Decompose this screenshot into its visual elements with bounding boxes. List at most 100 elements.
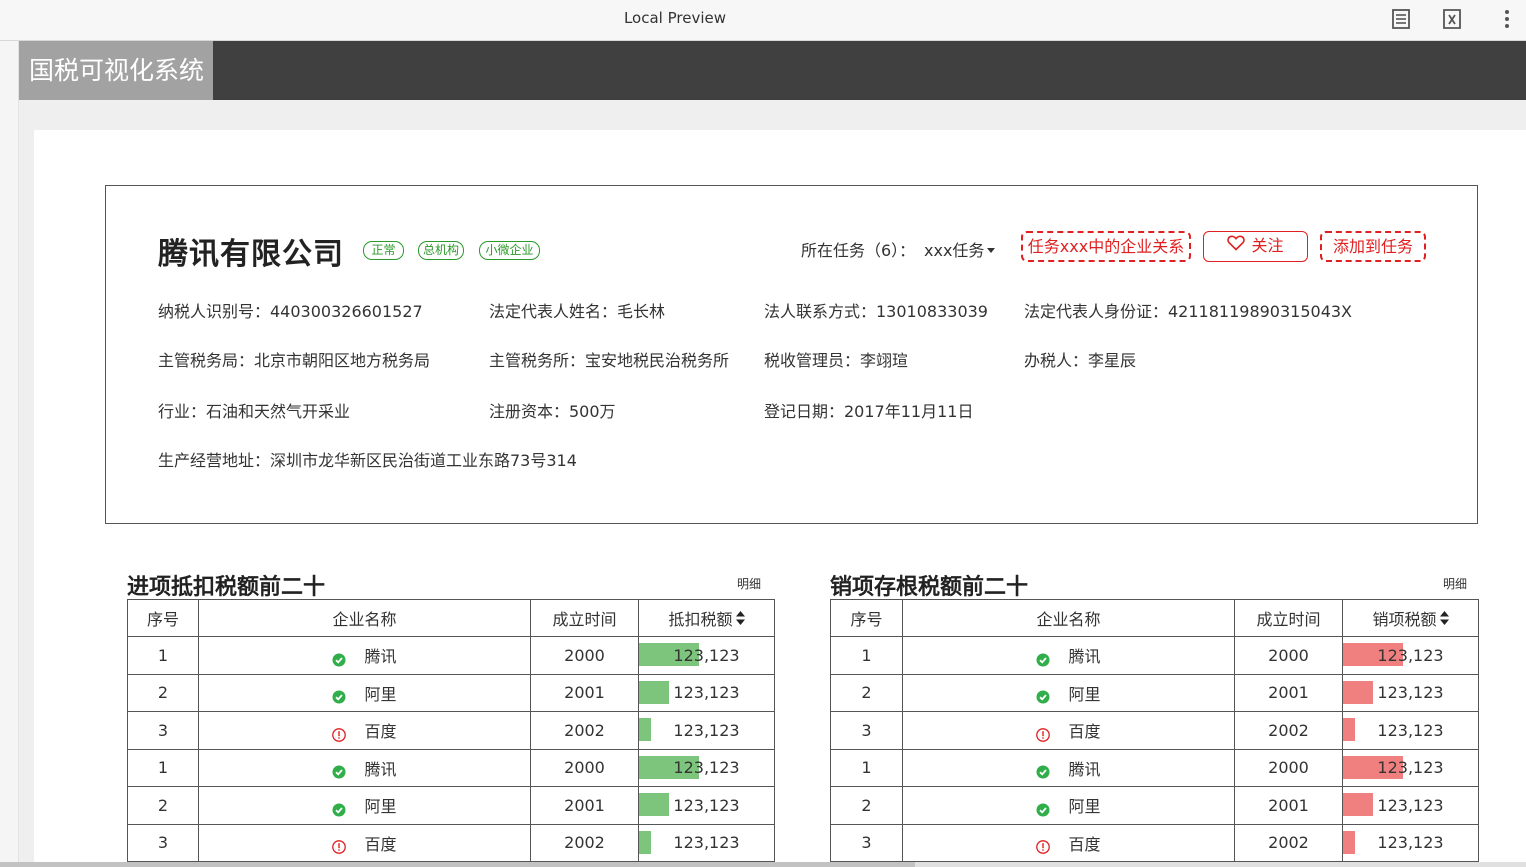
follow-button-label: 关注 bbox=[1251, 236, 1284, 255]
table-row[interactable]: 3 百度 2002 123,123 bbox=[830, 823, 1479, 862]
table-row[interactable]: 3 百度 2002 123,123 bbox=[127, 711, 775, 750]
tax-office: 主管税务所：宝安地税民治税务所 bbox=[489, 351, 730, 370]
amount-bar bbox=[639, 718, 651, 741]
row-index: 3 bbox=[830, 711, 903, 750]
status-badge-small-enterprise: 小微企业 bbox=[479, 241, 540, 260]
check-circle-icon bbox=[1036, 652, 1050, 667]
header-company: 企业名称 bbox=[902, 599, 1235, 637]
row-amount: 123,123 bbox=[1342, 636, 1479, 675]
add-to-task-button[interactable]: 添加到任务 bbox=[1320, 231, 1426, 262]
preview-toolbar: Local Preview bbox=[0, 0, 1526, 41]
check-circle-icon bbox=[1036, 802, 1050, 817]
company-name-text: 百度 bbox=[1068, 722, 1101, 742]
table-row[interactable]: 2 阿里 2001 123,123 bbox=[127, 786, 775, 825]
row-company[interactable]: 腾讯 bbox=[902, 636, 1235, 675]
table-header-row: 序号 企业名称 成立时间 抵扣税额 bbox=[127, 599, 775, 637]
row-company[interactable]: 阿里 bbox=[902, 673, 1235, 712]
document-icon[interactable] bbox=[1390, 8, 1412, 30]
row-founded: 2000 bbox=[1234, 636, 1343, 675]
amount-value: 123,123 bbox=[673, 833, 740, 853]
amount-value: 123,123 bbox=[673, 645, 740, 665]
table-row[interactable]: 1 腾讯 2000 123,123 bbox=[127, 636, 775, 675]
company-name-text: 阿里 bbox=[364, 797, 397, 817]
header-index: 序号 bbox=[830, 599, 903, 637]
row-company[interactable]: 阿里 bbox=[902, 786, 1235, 825]
formula-icon[interactable] bbox=[1441, 8, 1463, 30]
output-tax-table: 序号 企业名称 成立时间 销项税额 1 腾讯 2000 123,123 2 阿里 2001 1… bbox=[830, 599, 1479, 862]
row-index: 1 bbox=[830, 636, 903, 675]
check-circle-icon bbox=[332, 764, 346, 779]
row-amount: 123,123 bbox=[1342, 786, 1479, 825]
amount-bar bbox=[1343, 718, 1355, 741]
company-card: 腾讯有限公司 正常 总机构 小微企业 所在任务（6）： xxx任务 任务xxx中… bbox=[105, 185, 1478, 524]
row-amount: 123,123 bbox=[1342, 673, 1479, 712]
row-founded: 2001 bbox=[530, 786, 639, 825]
business-address: 生产经营地址：深圳市龙华新区民治街道工业东路73号314 bbox=[158, 451, 577, 470]
app-title[interactable]: 国税可视化系统 bbox=[19, 41, 213, 100]
table-row[interactable]: 3 百度 2002 123,123 bbox=[830, 711, 1479, 750]
check-circle-icon bbox=[332, 802, 346, 817]
warning-circle-icon bbox=[1036, 839, 1051, 855]
row-company[interactable]: 腾讯 bbox=[198, 636, 531, 675]
row-company[interactable]: 腾讯 bbox=[902, 748, 1235, 787]
row-company[interactable]: 阿里 bbox=[198, 786, 531, 825]
amount-value: 123,123 bbox=[1377, 833, 1444, 853]
row-amount: 123,123 bbox=[638, 711, 775, 750]
sort-icon[interactable] bbox=[735, 610, 745, 629]
row-index: 3 bbox=[127, 823, 199, 862]
enterprise-relation-button[interactable]: 任务xxx中的企业关系 bbox=[1021, 231, 1191, 262]
table-row[interactable]: 3 百度 2002 123,123 bbox=[127, 823, 775, 862]
task-dropdown-value: xxx任务 bbox=[924, 241, 985, 260]
header-amount-sortable[interactable]: 抵扣税额 bbox=[638, 599, 775, 637]
amount-value: 123,123 bbox=[1377, 795, 1444, 815]
row-company[interactable]: 百度 bbox=[902, 823, 1235, 862]
row-company[interactable]: 阿里 bbox=[198, 673, 531, 712]
table-row[interactable]: 1 腾讯 2000 123,123 bbox=[830, 636, 1479, 675]
table-row[interactable]: 1 腾讯 2000 123,123 bbox=[127, 748, 775, 787]
row-company[interactable]: 百度 bbox=[198, 823, 531, 862]
caret-down-icon bbox=[987, 247, 996, 253]
company-name-text: 腾讯 bbox=[364, 759, 397, 779]
scrollbar-thumb[interactable] bbox=[0, 862, 915, 867]
status-badge-headquarters: 总机构 bbox=[418, 241, 464, 260]
status-badge-normal: 正常 bbox=[363, 241, 404, 260]
input-detail-link[interactable]: 明细 bbox=[737, 575, 761, 592]
row-company[interactable]: 腾讯 bbox=[198, 748, 531, 787]
legal-contact: 法人联系方式：13010833039 bbox=[764, 302, 988, 321]
row-index: 2 bbox=[830, 673, 903, 712]
row-amount: 123,123 bbox=[638, 748, 775, 787]
row-index: 1 bbox=[127, 636, 199, 675]
company-name-text: 百度 bbox=[364, 834, 397, 854]
row-founded: 2002 bbox=[530, 823, 639, 862]
heart-icon bbox=[1227, 232, 1246, 259]
warning-circle-icon bbox=[1036, 727, 1051, 742]
warning-circle-icon bbox=[332, 727, 347, 742]
table-row[interactable]: 2 阿里 2001 123,123 bbox=[127, 673, 775, 712]
output-detail-link[interactable]: 明细 bbox=[1443, 575, 1467, 592]
table-row[interactable]: 2 阿里 2001 123,123 bbox=[830, 786, 1479, 825]
row-company[interactable]: 百度 bbox=[902, 711, 1235, 750]
row-amount: 123,123 bbox=[638, 823, 775, 862]
row-founded: 2000 bbox=[530, 636, 639, 675]
row-company[interactable]: 百度 bbox=[198, 711, 531, 750]
amount-value: 123,123 bbox=[673, 795, 740, 815]
header-amount-sortable[interactable]: 销项税额 bbox=[1342, 599, 1479, 637]
table-row[interactable]: 2 阿里 2001 123,123 bbox=[830, 673, 1479, 712]
sort-icon[interactable] bbox=[1439, 610, 1449, 629]
table-row[interactable]: 1 腾讯 2000 123,123 bbox=[830, 748, 1479, 787]
industry: 行业：石油和天然气开采业 bbox=[158, 402, 351, 421]
company-name-text: 百度 bbox=[364, 722, 397, 742]
follow-button[interactable]: 关注 bbox=[1203, 231, 1308, 262]
row-founded: 2000 bbox=[1234, 748, 1343, 787]
taxpayer-id: 纳税人识别号：440300326601527 bbox=[158, 302, 423, 321]
row-founded: 2001 bbox=[530, 673, 639, 712]
amount-value: 123,123 bbox=[1377, 758, 1444, 778]
row-founded: 2001 bbox=[1234, 786, 1343, 825]
task-dropdown[interactable]: xxx任务 bbox=[924, 237, 996, 261]
row-founded: 2002 bbox=[1234, 711, 1343, 750]
check-circle-icon bbox=[1036, 764, 1050, 779]
more-options-icon[interactable] bbox=[1496, 8, 1518, 30]
check-circle-icon bbox=[1036, 689, 1050, 704]
row-index: 2 bbox=[830, 786, 903, 825]
row-index: 3 bbox=[830, 823, 903, 862]
